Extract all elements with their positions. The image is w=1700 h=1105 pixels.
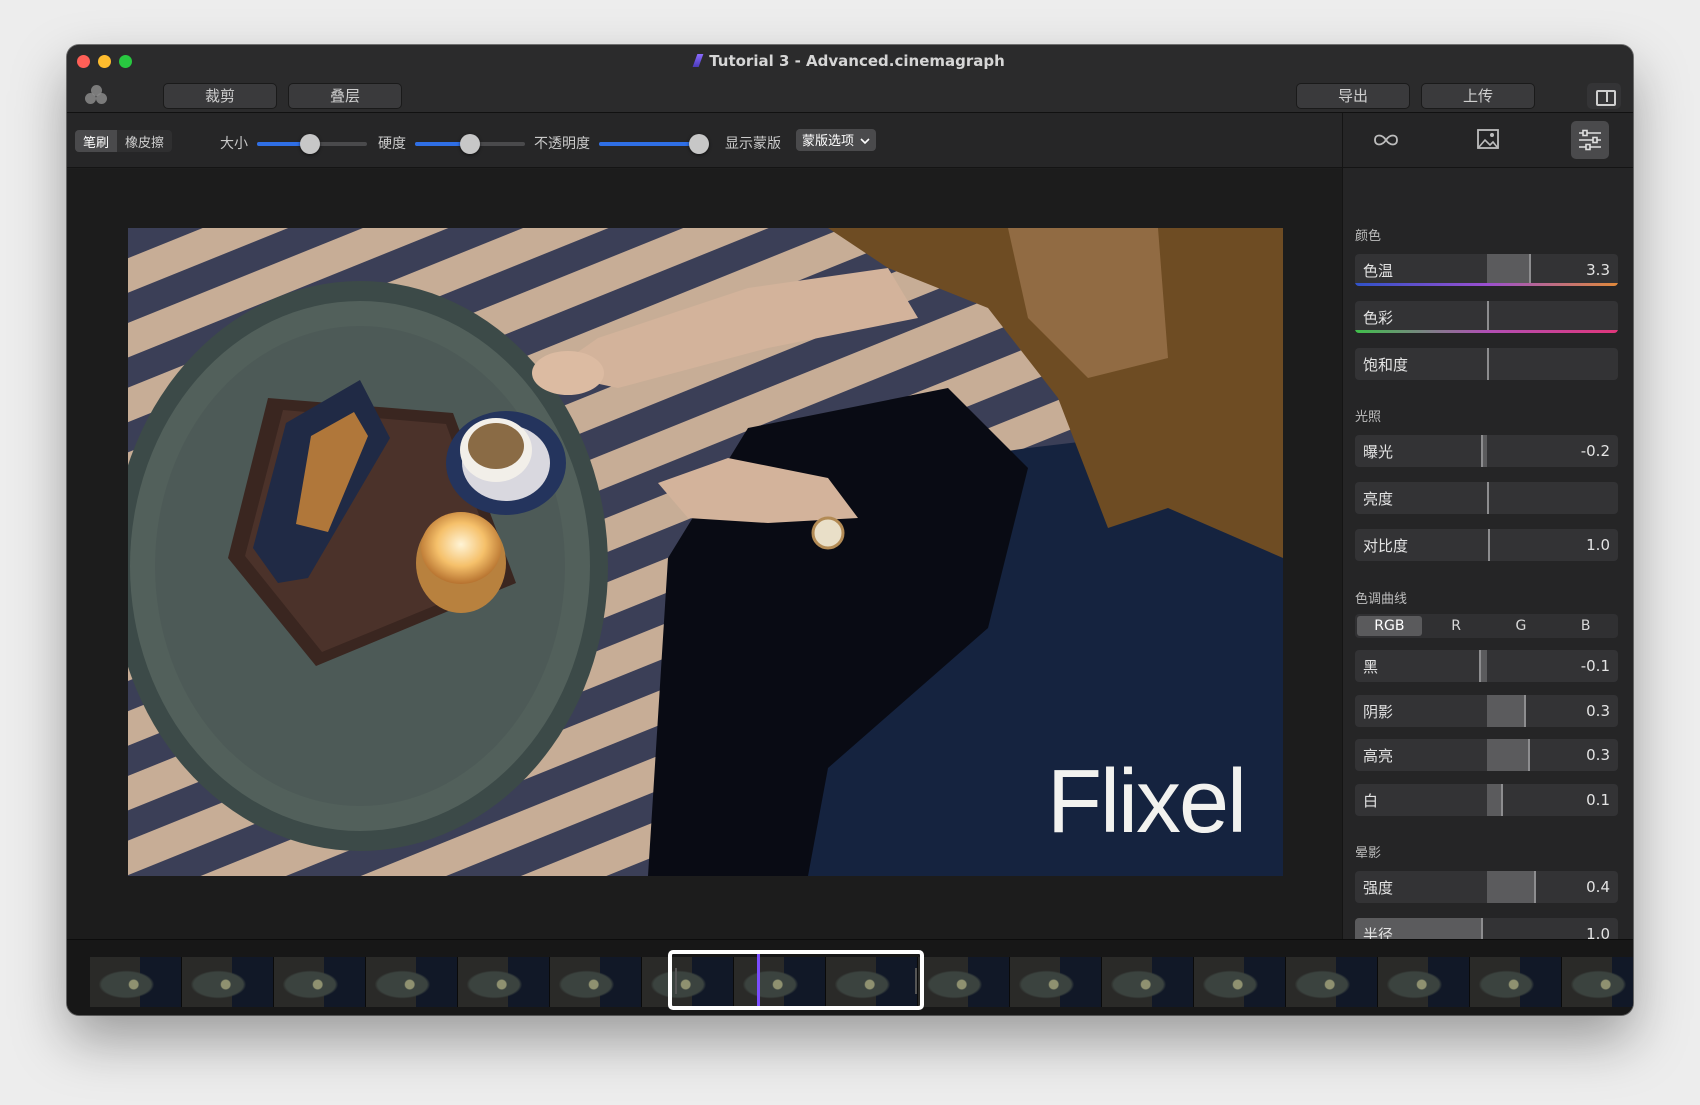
curve-channel-rgb[interactable]: RGB [1357, 616, 1422, 636]
hardness-slider-knob[interactable] [460, 134, 480, 154]
tint-slider[interactable]: 色彩 [1355, 301, 1618, 333]
curve-channel-b[interactable]: B [1553, 614, 1618, 638]
mask-options-dropdown[interactable]: 蒙版选项 [796, 129, 877, 151]
document-icon [692, 54, 704, 67]
export-button[interactable]: 导出 [1296, 83, 1410, 109]
light-section-title: 光照 [1355, 410, 1382, 425]
loop-icon[interactable] [1367, 121, 1405, 159]
sidebar-toggle-icon[interactable] [1587, 83, 1621, 109]
window-title: Tutorial 3 - Advanced.cinemagraph [67, 52, 1633, 70]
frame-thumbnail [1286, 957, 1378, 1007]
opacity-slider-fill [599, 142, 699, 146]
opacity-label: 不透明度 [534, 136, 590, 152]
frame-thumbnail [182, 957, 274, 1007]
frame-thumbnail [1470, 957, 1562, 1007]
color-section-title: 颜色 [1355, 229, 1382, 244]
eraser-mode-button[interactable]: 橡皮擦 [117, 130, 172, 152]
trim-handle-left[interactable] [675, 968, 677, 994]
highlights-slider[interactable]: 高亮 0.3 [1355, 739, 1618, 771]
exposure-slider[interactable]: 曝光 -0.2 [1355, 435, 1618, 467]
whites-marker [1501, 784, 1503, 816]
brightness-marker [1487, 482, 1489, 514]
shadows-marker [1524, 695, 1526, 727]
opacity-slider[interactable] [599, 134, 709, 154]
opacity-slider-knob[interactable] [689, 134, 709, 154]
highlights-fill [1487, 739, 1528, 771]
sliders-icon[interactable] [1571, 121, 1609, 159]
frame-thumbnail [550, 957, 642, 1007]
trim-handle-right[interactable] [915, 968, 917, 994]
contrast-slider[interactable]: 对比度 1.0 [1355, 529, 1618, 561]
vignette-strength-marker [1534, 871, 1536, 903]
vignette-section-title: 晕影 [1355, 846, 1382, 861]
shadows-fill [1487, 695, 1524, 727]
contrast-marker [1488, 529, 1490, 561]
exposure-marker [1481, 435, 1483, 467]
frame-thumbnail [90, 957, 182, 1007]
temperature-gradient [1355, 283, 1618, 286]
shadows-slider[interactable]: 阴影 0.3 [1355, 695, 1618, 727]
app-window: Tutorial 3 - Advanced.cinemagraph 裁剪 叠层 … [67, 45, 1633, 1015]
layers-button[interactable]: 叠层 [288, 83, 402, 109]
saturation-marker [1487, 348, 1489, 380]
image-icon[interactable] [1469, 121, 1507, 159]
curves-section-title: 色调曲线 [1355, 592, 1408, 607]
frame-thumbnail [366, 957, 458, 1007]
highlights-marker [1528, 739, 1530, 771]
cinemagraph-preview[interactable]: Flixel [128, 228, 1283, 876]
size-slider-knob[interactable] [300, 134, 320, 154]
vignette-strength-fill [1487, 871, 1534, 903]
frame-thumbnail [458, 957, 550, 1007]
temperature-slider[interactable]: 色温 3.3 [1355, 254, 1618, 286]
titlebar: Tutorial 3 - Advanced.cinemagraph 裁剪 叠层 … [67, 45, 1633, 113]
whites-fill [1487, 784, 1501, 816]
upload-button[interactable]: 上传 [1421, 83, 1535, 109]
frame-thumbnail [1562, 957, 1633, 1007]
tint-gradient [1355, 330, 1618, 333]
brush-mode-button[interactable]: 笔刷 [75, 130, 118, 152]
frame-thumbnail [1010, 957, 1102, 1007]
saturation-slider[interactable]: 饱和度 [1355, 348, 1618, 380]
frame-thumbnail [274, 957, 366, 1007]
brush-mode-toggle: 笔刷 橡皮擦 [75, 130, 173, 152]
brush-options-bar: 笔刷 橡皮擦 大小 硬度 不透明度 显示蒙版 蒙版选项 [67, 113, 1342, 168]
brightness-slider[interactable]: 亮度 [1355, 482, 1618, 514]
size-label: 大小 [220, 136, 248, 152]
vignette-strength-slider[interactable]: 强度 0.4 [1355, 871, 1618, 903]
temperature-fill [1487, 254, 1529, 286]
timeline [67, 939, 1633, 1015]
flixel-watermark: Flixel [1046, 752, 1247, 852]
blacks-slider[interactable]: 黑 -0.1 [1355, 650, 1618, 682]
app-logo-icon[interactable] [85, 85, 109, 105]
temperature-marker [1529, 254, 1531, 286]
curve-channel-g[interactable]: G [1489, 614, 1554, 638]
hardness-slider[interactable] [415, 134, 525, 154]
show-mask-toggle[interactable]: 显示蒙版 [725, 133, 781, 153]
loop-trim-selection[interactable] [668, 950, 924, 1010]
size-slider[interactable] [257, 134, 367, 154]
frame-thumbnail [1194, 957, 1286, 1007]
curve-channel-r[interactable]: R [1424, 614, 1489, 638]
blacks-marker [1479, 650, 1481, 682]
adjustments-sidebar: 颜色 色温 3.3 色彩 饱和度 光照 曝光 -0.2 亮度 对比度 1.0 色… [1342, 113, 1633, 950]
frame-thumbnail [1102, 957, 1194, 1007]
curve-channel-selector: RGB R G B [1355, 614, 1618, 638]
frame-thumbnail [1378, 957, 1470, 1007]
whites-slider[interactable]: 白 0.1 [1355, 784, 1618, 816]
chevron-down-icon [860, 138, 870, 145]
tint-marker [1487, 301, 1489, 333]
crop-button[interactable]: 裁剪 [163, 83, 277, 109]
playhead[interactable] [757, 954, 760, 1006]
sidebar-tabs [1343, 113, 1633, 168]
hardness-label: 硬度 [378, 136, 406, 152]
frame-thumbnail [918, 957, 1010, 1007]
